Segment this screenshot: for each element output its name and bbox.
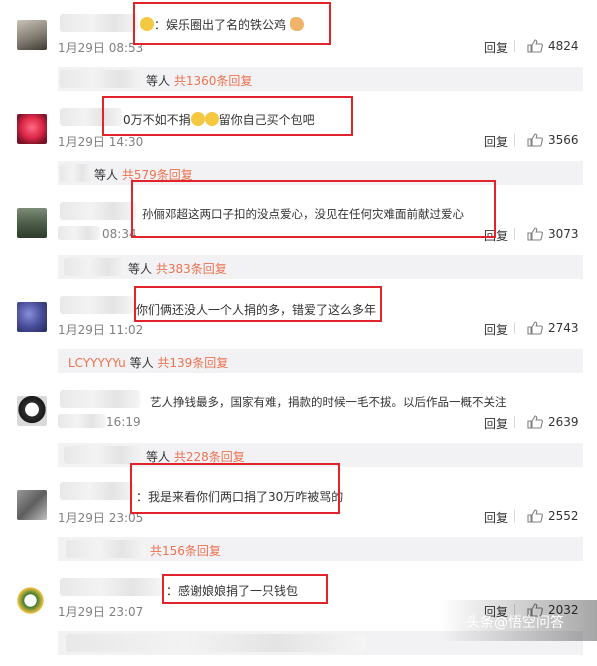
username-blurred[interactable] (60, 14, 138, 32)
highlight-box (102, 96, 353, 136)
like-thumb-icon[interactable] (527, 321, 543, 335)
avatar[interactable] (17, 208, 47, 238)
highlight-box (134, 286, 382, 322)
replier-names-blurred (64, 446, 144, 464)
replies-suffix: 等人 (146, 74, 171, 88)
like-count: 2552 (548, 509, 579, 523)
username-blurred[interactable] (60, 202, 136, 220)
comment-1: ：娱乐圈出了名的铁公鸡 1月29日 08:53 回复 4824 等人 共1360… (0, 2, 597, 102)
replies-text: 等人 共1360条回复 (146, 72, 252, 89)
reply-button[interactable]: 回复 (484, 133, 508, 150)
replies-summary[interactable]: 共156条回复 (58, 537, 583, 561)
replies-summary[interactable]: LCYYYYYu 等人 共139条回复 (58, 349, 583, 373)
divider (514, 510, 515, 522)
replier-names-blurred (66, 540, 146, 558)
replies-text: 等人 共383条回复 (128, 260, 227, 277)
like-count: 3566 (548, 133, 579, 147)
timestamp: 16:19 (106, 415, 141, 429)
username-blurred[interactable] (60, 390, 140, 408)
reply-button[interactable]: 回复 (484, 39, 508, 56)
date-blurred (58, 226, 100, 240)
reply-button[interactable]: 回复 (484, 321, 508, 338)
like-count: 4824 (548, 39, 579, 53)
timestamp: 1月29日 23:07 (58, 605, 144, 619)
replies-text: LCYYYYYu 等人 共139条回复 (68, 354, 228, 371)
reply-count-link[interactable]: 共156条回复 (150, 544, 221, 558)
like-thumb-icon[interactable] (527, 133, 543, 147)
username-blurred[interactable] (60, 296, 134, 314)
reply-button[interactable]: 回复 (484, 509, 508, 526)
replies-suffix: 等人 (128, 262, 153, 276)
watermark: 头条@悟空问答 (466, 615, 564, 631)
replies-summary[interactable]: 等人 共383条回复 (58, 255, 583, 279)
divider (514, 40, 515, 52)
avatar[interactable] (17, 396, 47, 426)
like-thumb-icon[interactable] (527, 39, 543, 53)
like-count: 2639 (548, 415, 579, 429)
date-blurred (58, 414, 106, 428)
comment-4: 你们俩还没人一个人捐的多，错爱了这么多年 1月29日 11:02 回复 2743… (0, 286, 597, 384)
divider (514, 134, 515, 146)
reply-count-link[interactable]: 共228条回复 (174, 450, 245, 464)
username-blurred[interactable] (60, 578, 162, 596)
replier-names-blurred (64, 258, 126, 276)
comment-6: ：我是来看你们两口捐了30万咋被骂的 1月29日 23:05 回复 2552 共… (0, 463, 597, 572)
highlight-box (130, 463, 340, 514)
divider (514, 416, 515, 428)
replier-names-blurred (60, 164, 92, 182)
comment-3: 孙俪邓超这两口子扣的没点爱心，没见在任何灾难面前献过爱心 08:34 回复 30… (0, 180, 597, 290)
avatar[interactable] (17, 20, 47, 50)
like-count: 3073 (548, 227, 579, 241)
reply-button[interactable]: 回复 (484, 415, 508, 432)
like-thumb-icon[interactable] (527, 227, 543, 241)
replier-names-blurred (66, 634, 366, 652)
avatar[interactable] (17, 302, 47, 332)
replies-text: 共156条回复 (150, 542, 221, 559)
replies-suffix: 等人 (94, 168, 119, 182)
highlight-box (162, 574, 328, 604)
replier-names-blurred (60, 70, 144, 88)
replies-suffix: 等人 (129, 356, 154, 370)
timestamp: 1月29日 11:02 (58, 323, 144, 337)
highlight-box (133, 2, 331, 45)
divider (514, 322, 515, 334)
replier-name[interactable]: LCYYYYYu (68, 356, 126, 370)
reply-count-link[interactable]: 共383条回复 (156, 262, 227, 276)
like-thumb-icon[interactable] (527, 509, 543, 523)
replies-summary[interactable]: 等人 共1360条回复 (58, 67, 583, 91)
highlight-box (131, 180, 496, 238)
avatar[interactable] (17, 490, 47, 520)
comment-text: 艺人挣钱最多，国家有难，捐款的时候一毛不拔。以后作品一概不关注 (150, 395, 507, 409)
timestamp: 1月29日 08:53 (58, 41, 144, 55)
like-thumb-icon[interactable] (527, 415, 543, 429)
replies-suffix: 等人 (146, 450, 171, 464)
username-blurred[interactable] (60, 482, 134, 500)
reply-count-link[interactable]: 共139条回复 (157, 356, 228, 370)
like-count: 2743 (548, 321, 579, 335)
divider (514, 228, 515, 240)
reply-count-link[interactable]: 共1360条回复 (174, 74, 253, 88)
avatar[interactable] (17, 114, 47, 144)
avatar[interactable] (17, 584, 47, 614)
